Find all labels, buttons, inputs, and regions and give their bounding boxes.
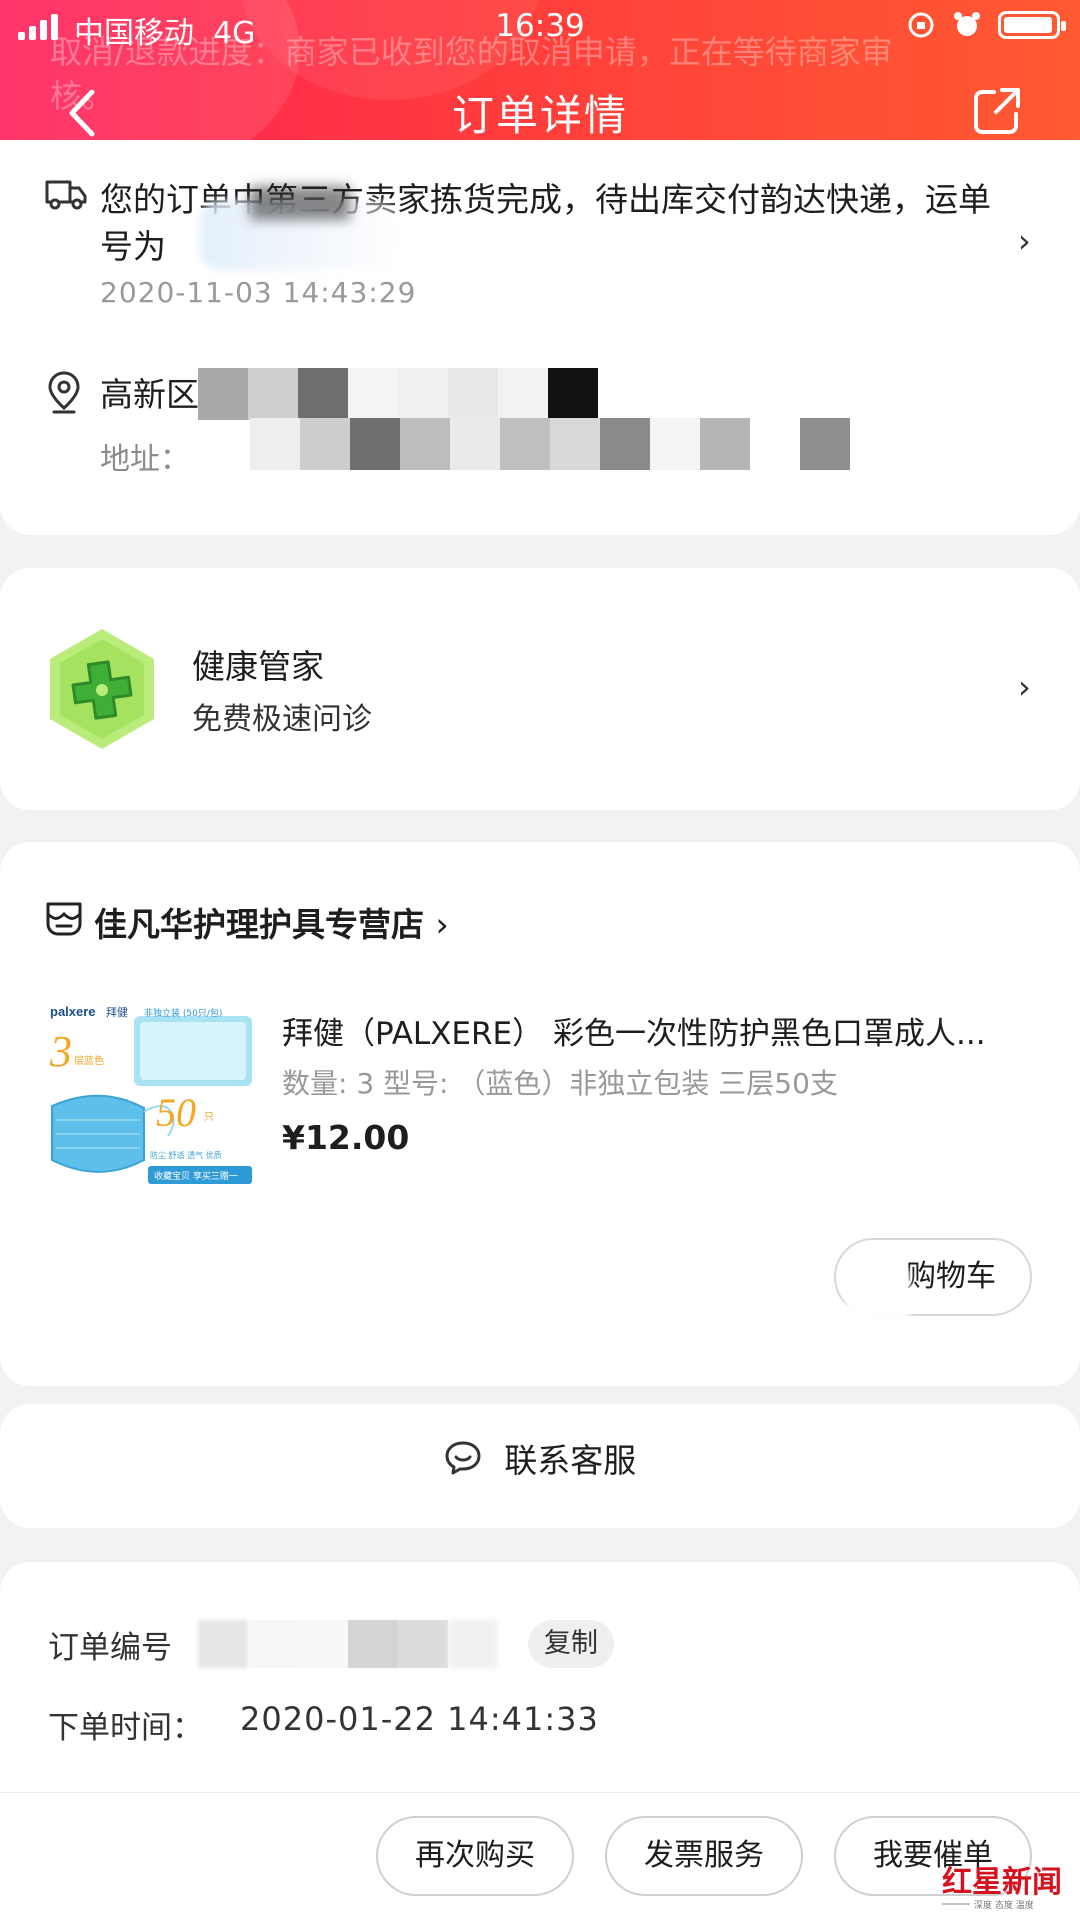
buy-again-button[interactable]: 再次购买	[376, 1816, 574, 1896]
location-pin-icon	[48, 371, 80, 414]
address-detail-redacted	[250, 418, 850, 470]
order-time-value: 2020-01-22 14:41:33	[240, 1700, 599, 1738]
battery-icon	[998, 11, 1066, 39]
contact-service-button[interactable]: 联系客服	[0, 1434, 1080, 1482]
mask-package-image: palxere 拜健 非独立装 (50只/包) 3 层蓝色 50 只 防尘 舒适…	[44, 996, 258, 1210]
health-cross-icon	[50, 629, 154, 749]
logistics-timestamp: 2020-11-03 14:43:29	[100, 276, 417, 309]
order-number-label: 订单编号	[48, 1630, 172, 1666]
address-district: 高新区	[100, 375, 199, 414]
product-spec: 数量: 3 型号: （蓝色）非独立包装 三层50支	[282, 1067, 838, 1100]
copy-order-number-button[interactable]: 复制	[528, 1620, 614, 1668]
address-name-redacted	[198, 368, 600, 420]
logistics-chevron-icon[interactable]: ›	[1018, 222, 1031, 260]
order-number-redacted	[198, 1616, 498, 1672]
redaction-blur	[250, 186, 350, 220]
order-time-label: 下单时间：	[48, 1710, 203, 1746]
alarm-icon	[954, 12, 980, 36]
product-pack-label: 非独立装 (50只/包)	[144, 1007, 222, 1019]
product-slogan: 防尘 舒适 透气 优质	[150, 1150, 222, 1160]
product-price: ¥12.00	[282, 1118, 410, 1157]
watermark-tagline: 深度 态度 温度	[974, 1899, 1034, 1911]
page-title: 订单详情	[451, 91, 628, 140]
product-brand: palxere	[50, 1004, 96, 1019]
store-name[interactable]: 佳凡华护理护具专营店 ›	[94, 898, 449, 946]
product-footer: 收藏宝贝 享买三赠一	[154, 1170, 238, 1182]
delivery-truck-icon	[45, 180, 87, 210]
health-card[interactable]	[0, 568, 1080, 810]
product-layer-label: 层蓝色	[74, 1054, 104, 1067]
product-layer-number: 3	[49, 1027, 72, 1076]
product-title[interactable]: 拜健（PALXERE） 彩色一次性防护黑色口罩成人...	[282, 1008, 1012, 1053]
redaction-blur	[846, 1270, 910, 1320]
order-info-card	[0, 1562, 1080, 1792]
store-icon	[46, 902, 82, 936]
invoice-service-button[interactable]: 发票服务	[605, 1816, 803, 1896]
rotation-lock-icon	[908, 12, 934, 38]
health-subtitle: 免费极速问诊	[192, 702, 372, 737]
store-chevron-icon: ›	[435, 905, 449, 944]
status-bar: 中国移动 4G 16:39	[0, 0, 1080, 52]
product-image[interactable]: palxere 拜健 非独立装 (50只/包) 3 层蓝色 50 只 防尘 舒适…	[44, 996, 258, 1210]
chat-bubble-icon	[445, 1441, 481, 1475]
news-watermark-logo: 红星新闻 深度 态度 温度	[942, 1865, 1062, 1911]
address-label: 地址：	[100, 442, 190, 477]
health-chevron-icon[interactable]: ›	[1018, 668, 1031, 706]
health-title: 健康管家	[192, 647, 324, 686]
share-icon[interactable]	[972, 86, 1022, 136]
watermark-text: 红星新闻	[942, 1865, 1062, 1900]
product-count-unit: 只	[204, 1112, 214, 1123]
product-count: 50	[156, 1090, 196, 1135]
product-brand-cn: 拜健	[106, 1006, 128, 1019]
